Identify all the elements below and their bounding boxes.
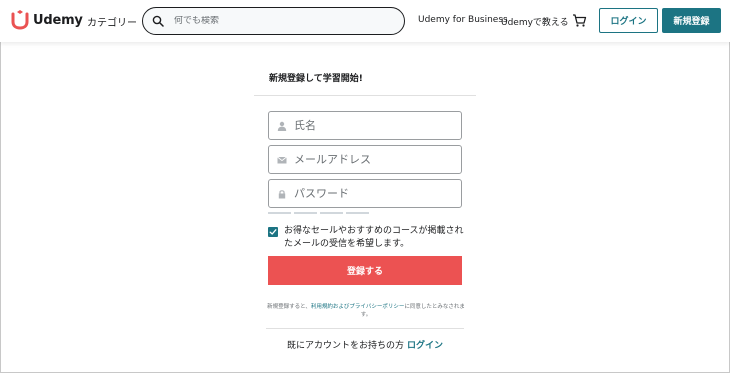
full-name-field[interactable] xyxy=(268,111,462,140)
top-header: Udemy カテゴリー Udemy for Business Udemyで教える… xyxy=(0,0,730,42)
email-field[interactable] xyxy=(268,145,462,174)
terms-link[interactable]: 利用規約およびプライバシーポリシー xyxy=(311,304,404,310)
bottom-divider xyxy=(266,328,464,329)
signup-button[interactable]: 新規登録 xyxy=(662,8,721,33)
cart-icon[interactable] xyxy=(572,13,587,28)
newsletter-checkbox[interactable] xyxy=(268,227,278,237)
terms-notice: 新規登録すると、利用規約およびプライバシーポリシーに同意したとみなされます。 xyxy=(266,303,466,319)
title-divider xyxy=(254,95,476,96)
terms-prefix: 新規登録すると、 xyxy=(267,304,311,310)
email-input[interactable] xyxy=(294,153,454,166)
password-field[interactable] xyxy=(268,179,462,208)
form-title: 新規登録して学習開始! xyxy=(269,74,363,84)
udemy-logo-icon xyxy=(11,10,29,30)
password-strength-segment-3 xyxy=(320,212,343,214)
search-bar[interactable] xyxy=(142,7,405,35)
full-name-input[interactable] xyxy=(294,119,454,132)
checkmark-icon xyxy=(269,229,277,235)
password-input[interactable] xyxy=(294,187,454,200)
logo-text: Udemy xyxy=(33,12,83,28)
have-account-row: 既にアカウントをお持ちの方 ログイン xyxy=(0,338,730,351)
password-strength-segment-2 xyxy=(294,212,317,214)
search-icon xyxy=(152,15,164,27)
login-button[interactable]: ログイン xyxy=(599,8,658,33)
bottom-login-link[interactable]: ログイン xyxy=(407,341,443,351)
udemy-logo[interactable]: Udemy xyxy=(10,9,83,31)
newsletter-consent-label[interactable]: お得なセールやおすすめのコースが掲載されたメールの受信を希望します。 xyxy=(284,225,466,251)
register-button[interactable]: 登録する xyxy=(268,256,462,285)
search-input[interactable] xyxy=(174,16,394,26)
lock-icon xyxy=(278,189,286,198)
udemy-business-link[interactable]: Udemy for Business xyxy=(418,15,508,25)
envelope-icon xyxy=(277,156,287,163)
have-account-text: 既にアカウントをお持ちの方 xyxy=(286,341,404,351)
person-icon xyxy=(277,121,287,131)
teach-on-udemy-link[interactable]: Udemyで教える xyxy=(501,15,569,28)
password-strength-segment-4 xyxy=(346,212,369,214)
categories-menu[interactable]: カテゴリー xyxy=(87,14,137,29)
password-strength-segment-1 xyxy=(268,212,291,214)
